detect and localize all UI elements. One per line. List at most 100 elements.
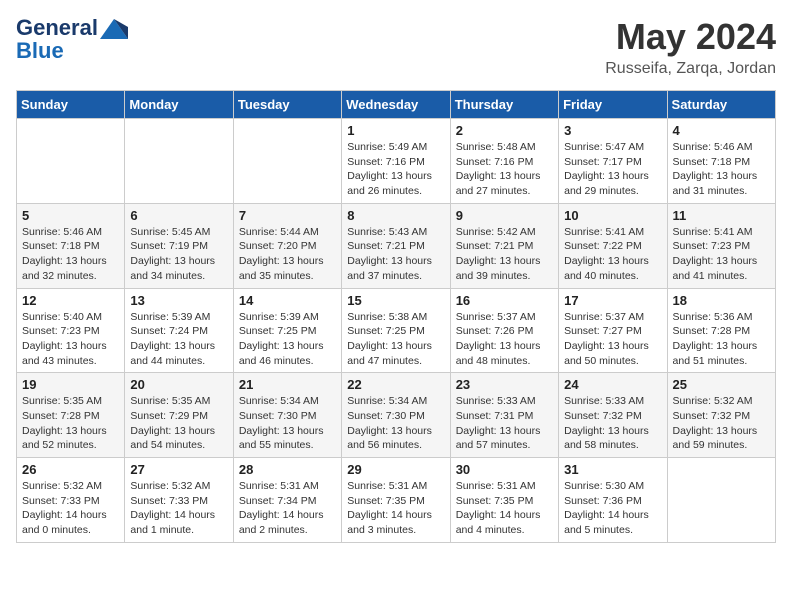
day-info: Sunrise: 5:45 AM Sunset: 7:19 PM Dayligh… <box>130 225 227 284</box>
day-cell-21: 21 Sunrise: 5:34 AM Sunset: 7:30 PM Dayli… <box>233 373 341 458</box>
weekday-header-saturday: Saturday <box>667 91 775 119</box>
day-number: 19 <box>22 377 119 392</box>
day-number: 8 <box>347 208 444 223</box>
day-info: Sunrise: 5:37 AM Sunset: 7:26 PM Dayligh… <box>456 310 553 369</box>
day-number: 18 <box>673 293 770 308</box>
day-info: Sunrise: 5:48 AM Sunset: 7:16 PM Dayligh… <box>456 140 553 199</box>
day-cell-11: 11Sunrise: 5:41 AM Sunset: 7:23 PM Dayli… <box>667 203 775 288</box>
day-info: Sunrise: 5:41 AM Sunset: 7:22 PM Dayligh… <box>564 225 661 284</box>
weekday-header-friday: Friday <box>559 91 667 119</box>
day-cell-27: 27 Sunrise: 5:32 AM Sunset: 7:33 PM Dayli… <box>125 458 233 543</box>
weekday-header-thursday: Thursday <box>450 91 558 119</box>
day-cell-4: 4 Sunrise: 5:46 AM Sunset: 7:18 PM Daylig… <box>667 119 775 204</box>
day-info: Sunrise: 5:47 AM Sunset: 7:17 PM Dayligh… <box>564 140 661 199</box>
day-info: Sunrise: 5:32 AM Sunset: 7:33 PM Dayligh… <box>130 479 227 538</box>
day-info: Sunrise: 5:39 AM Sunset: 7:24 PM Dayligh… <box>130 310 227 369</box>
day-info: Sunrise: 5:33 AM Sunset: 7:32 PM Dayligh… <box>564 394 661 453</box>
day-number: 12 <box>22 293 119 308</box>
day-info: Sunrise: 5:46 AM Sunset: 7:18 PM Dayligh… <box>22 225 119 284</box>
day-cell-7: 7Sunrise: 5:44 AM Sunset: 7:20 PM Daylig… <box>233 203 341 288</box>
page-header: General Blue May 2024 Russeifa, Zarqa, J… <box>16 16 776 78</box>
day-info: Sunrise: 5:34 AM Sunset: 7:30 PM Dayligh… <box>239 394 336 453</box>
day-number: 24 <box>564 377 661 392</box>
day-cell-12: 12 Sunrise: 5:40 AM Sunset: 7:23 PM Dayli… <box>17 288 125 373</box>
day-cell-24: 24 Sunrise: 5:33 AM Sunset: 7:32 PM Dayli… <box>559 373 667 458</box>
day-cell-15: 15Sunrise: 5:38 AM Sunset: 7:25 PM Dayli… <box>342 288 450 373</box>
day-number: 4 <box>673 123 770 138</box>
empty-cell <box>17 119 125 204</box>
day-number: 23 <box>456 377 553 392</box>
day-number: 20 <box>130 377 227 392</box>
day-info: Sunrise: 5:40 AM Sunset: 7:23 PM Dayligh… <box>22 310 119 369</box>
weekday-header-monday: Monday <box>125 91 233 119</box>
day-info: Sunrise: 5:35 AM Sunset: 7:28 PM Dayligh… <box>22 394 119 453</box>
day-cell-14: 14 Sunrise: 5:39 AM Sunset: 7:25 PM Dayli… <box>233 288 341 373</box>
day-info: Sunrise: 5:43 AM Sunset: 7:21 PM Dayligh… <box>347 225 444 284</box>
day-info: Sunrise: 5:35 AM Sunset: 7:29 PM Dayligh… <box>130 394 227 453</box>
day-number: 31 <box>564 462 661 477</box>
day-number: 16 <box>456 293 553 308</box>
day-info: Sunrise: 5:31 AM Sunset: 7:35 PM Dayligh… <box>347 479 444 538</box>
title-area: May 2024 Russeifa, Zarqa, Jordan <box>605 16 776 78</box>
location: Russeifa, Zarqa, Jordan <box>605 60 776 78</box>
day-cell-19: 19 Sunrise: 5:35 AM Sunset: 7:28 PM Dayli… <box>17 373 125 458</box>
day-number: 5 <box>22 208 119 223</box>
day-cell-10: 10 Sunrise: 5:41 AM Sunset: 7:22 PM Dayli… <box>559 203 667 288</box>
day-cell-3: 3Sunrise: 5:47 AM Sunset: 7:17 PM Daylig… <box>559 119 667 204</box>
day-cell-30: 30 Sunrise: 5:31 AM Sunset: 7:35 PM Dayli… <box>450 458 558 543</box>
day-number: 7 <box>239 208 336 223</box>
day-info: Sunrise: 5:31 AM Sunset: 7:35 PM Dayligh… <box>456 479 553 538</box>
day-number: 26 <box>22 462 119 477</box>
day-cell-29: 29 Sunrise: 5:31 AM Sunset: 7:35 PM Dayli… <box>342 458 450 543</box>
day-number: 22 <box>347 377 444 392</box>
day-number: 10 <box>564 208 661 223</box>
week-row-4: 19 Sunrise: 5:35 AM Sunset: 7:28 PM Dayli… <box>17 373 776 458</box>
day-cell-18: 18Sunrise: 5:36 AM Sunset: 7:28 PM Dayli… <box>667 288 775 373</box>
empty-cell <box>667 458 775 543</box>
day-cell-23: 23 Sunrise: 5:33 AM Sunset: 7:31 PM Dayli… <box>450 373 558 458</box>
logo-icon <box>100 19 128 39</box>
day-cell-6: 6 Sunrise: 5:45 AM Sunset: 7:19 PM Daylig… <box>125 203 233 288</box>
logo-text: General <box>16 16 128 40</box>
day-info: Sunrise: 5:46 AM Sunset: 7:18 PM Dayligh… <box>673 140 770 199</box>
day-cell-5: 5 Sunrise: 5:46 AM Sunset: 7:18 PM Daylig… <box>17 203 125 288</box>
day-info: Sunrise: 5:37 AM Sunset: 7:27 PM Dayligh… <box>564 310 661 369</box>
day-cell-31: 31 Sunrise: 5:30 AM Sunset: 7:36 PM Dayli… <box>559 458 667 543</box>
day-cell-26: 26 Sunrise: 5:32 AM Sunset: 7:33 PM Dayli… <box>17 458 125 543</box>
day-number: 30 <box>456 462 553 477</box>
day-cell-16: 16 Sunrise: 5:37 AM Sunset: 7:26 PM Dayli… <box>450 288 558 373</box>
day-cell-13: 13Sunrise: 5:39 AM Sunset: 7:24 PM Dayli… <box>125 288 233 373</box>
day-info: Sunrise: 5:30 AM Sunset: 7:36 PM Dayligh… <box>564 479 661 538</box>
week-row-2: 5 Sunrise: 5:46 AM Sunset: 7:18 PM Daylig… <box>17 203 776 288</box>
empty-cell <box>125 119 233 204</box>
day-number: 21 <box>239 377 336 392</box>
week-row-5: 26 Sunrise: 5:32 AM Sunset: 7:33 PM Dayli… <box>17 458 776 543</box>
month-title: May 2024 <box>605 16 776 58</box>
weekday-header-wednesday: Wednesday <box>342 91 450 119</box>
empty-cell <box>233 119 341 204</box>
day-number: 27 <box>130 462 227 477</box>
day-number: 14 <box>239 293 336 308</box>
day-info: Sunrise: 5:38 AM Sunset: 7:25 PM Dayligh… <box>347 310 444 369</box>
day-info: Sunrise: 5:32 AM Sunset: 7:32 PM Dayligh… <box>673 394 770 453</box>
day-number: 29 <box>347 462 444 477</box>
day-number: 17 <box>564 293 661 308</box>
day-info: Sunrise: 5:42 AM Sunset: 7:21 PM Dayligh… <box>456 225 553 284</box>
weekday-header-sunday: Sunday <box>17 91 125 119</box>
day-info: Sunrise: 5:33 AM Sunset: 7:31 PM Dayligh… <box>456 394 553 453</box>
day-number: 28 <box>239 462 336 477</box>
day-cell-8: 8 Sunrise: 5:43 AM Sunset: 7:21 PM Daylig… <box>342 203 450 288</box>
logo: General Blue <box>16 16 128 64</box>
day-number: 25 <box>673 377 770 392</box>
day-info: Sunrise: 5:39 AM Sunset: 7:25 PM Dayligh… <box>239 310 336 369</box>
day-number: 6 <box>130 208 227 223</box>
day-number: 9 <box>456 208 553 223</box>
day-cell-2: 2Sunrise: 5:48 AM Sunset: 7:16 PM Daylig… <box>450 119 558 204</box>
weekday-header-row: SundayMondayTuesdayWednesdayThursdayFrid… <box>17 91 776 119</box>
calendar-table: SundayMondayTuesdayWednesdayThursdayFrid… <box>16 90 776 543</box>
day-cell-17: 17 Sunrise: 5:37 AM Sunset: 7:27 PM Dayli… <box>559 288 667 373</box>
day-info: Sunrise: 5:49 AM Sunset: 7:16 PM Dayligh… <box>347 140 444 199</box>
day-cell-9: 9 Sunrise: 5:42 AM Sunset: 7:21 PM Daylig… <box>450 203 558 288</box>
day-info: Sunrise: 5:32 AM Sunset: 7:33 PM Dayligh… <box>22 479 119 538</box>
day-cell-22: 22Sunrise: 5:34 AM Sunset: 7:30 PM Dayli… <box>342 373 450 458</box>
